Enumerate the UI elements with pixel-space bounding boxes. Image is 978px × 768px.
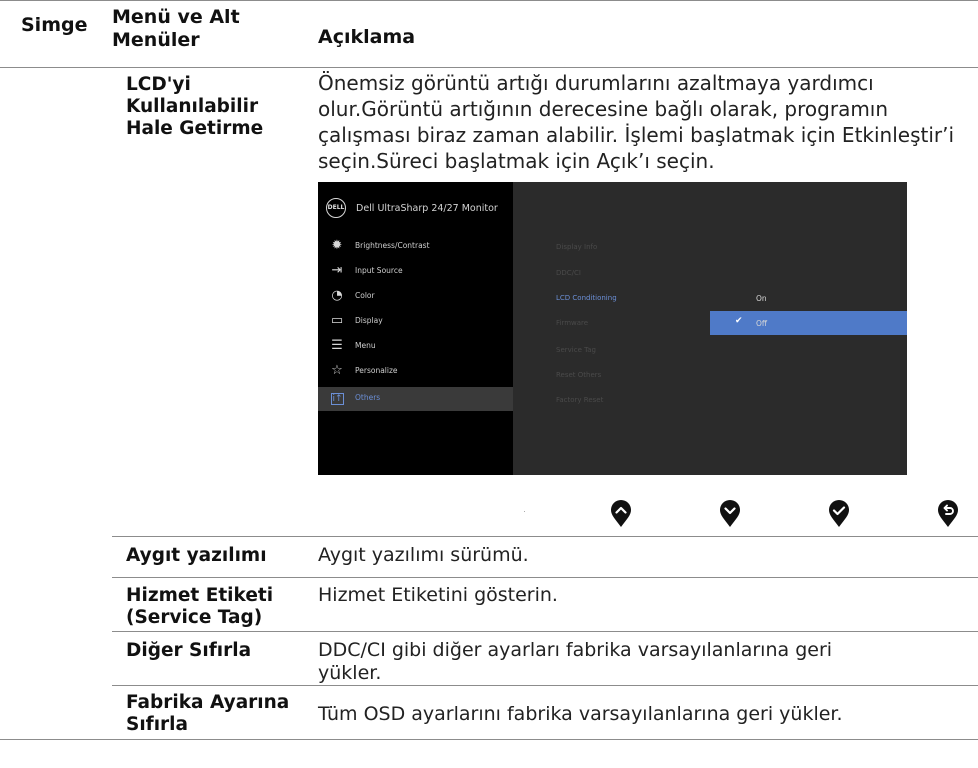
menu-icon: ☰ [331, 338, 343, 353]
others-icon: i↑ [331, 393, 344, 405]
osd-menu-label: Color [355, 291, 375, 300]
osd-menu-screenshot: DELL Dell UltraSharp 24/27 Monitor ✹ Bri… [318, 182, 907, 475]
bottom-rule [0, 739, 978, 740]
osd-menu-others: i↑ Others [318, 387, 513, 411]
row-rule [112, 536, 978, 537]
top-rule [0, 0, 978, 1]
row-service-tag-name: Hizmet Etiketi (Service Tag) [126, 585, 274, 628]
row-firmware-name: Aygıt yazılımı [126, 545, 267, 566]
checkmark-icon: ✔ [735, 316, 743, 326]
osd-menu-label: Personalize [355, 366, 398, 375]
osd-sub-display-info: Display Info [556, 243, 598, 251]
back-icon [938, 500, 958, 527]
row-rule [112, 577, 978, 578]
row-lcd-conditioning-name: LCD'yi Kullanılabilir Hale Getirme [126, 74, 264, 139]
header-simge: Simge [21, 14, 88, 36]
osd-menu-personalize: ☆ Personalize [318, 360, 513, 384]
row-factory-reset-desc: Tüm OSD ayarlarını fabrika varsayılanlar… [318, 703, 843, 725]
display-icon: ▭ [330, 313, 344, 328]
osd-menu-brightness: ✹ Brightness/Contrast [318, 235, 513, 259]
star-icon: ☆ [331, 363, 343, 378]
up-arrow-icon [611, 500, 631, 527]
osd-menu-display: ▭ Display [318, 310, 513, 334]
row-firmware-desc: Aygıt yazılımı sürümü. [318, 544, 529, 566]
check-icon [829, 500, 849, 527]
osd-menu-label: Menu [355, 341, 376, 350]
dell-logo: DELL [326, 198, 346, 218]
header-menu: Menü ve Alt Menüler [112, 6, 240, 51]
row-factory-reset-name: Fabrika Ayarına Sıfırla [126, 692, 290, 735]
osd-sub-firmware: Firmware [556, 319, 589, 327]
osd-menu-menu: ☰ Menu [318, 335, 513, 359]
row-service-tag-desc: Hizmet Etiketini gösterin. [318, 584, 558, 606]
osd-menu-input-source: ⇥ Input Source [318, 260, 513, 284]
osd-title: Dell UltraSharp 24/27 Monitor [356, 203, 498, 214]
row-lcd-conditioning-desc: Önemsiz görüntü artığı durumlarını azalt… [318, 71, 955, 173]
dot [524, 511, 525, 512]
osd-menu-label: Display [355, 316, 383, 325]
osd-menu-label: Others [355, 393, 381, 402]
header-aciklama: Açıklama [318, 26, 416, 48]
osd-menu-color: ◔ Color [318, 285, 513, 309]
color-icon: ◔ [331, 288, 343, 303]
brightness-icon: ✹ [331, 238, 343, 253]
osd-sub-lcd-conditioning: LCD Conditioning [556, 294, 617, 302]
osd-main-menu: DELL Dell UltraSharp 24/27 Monitor ✹ Bri… [318, 182, 513, 475]
osd-sub-reset-others: Reset Others [556, 371, 602, 379]
row-rule [112, 631, 978, 632]
row-reset-others-desc: DDC/CI gibi diğer ayarları fabrika varsa… [318, 639, 833, 684]
osd-option-on: On [710, 286, 907, 310]
osd-sub-service-tag: Service Tag [556, 346, 596, 354]
input-source-icon: ⇥ [331, 263, 343, 278]
row-rule [112, 685, 978, 686]
osd-menu-label: Input Source [355, 266, 403, 275]
osd-sub-factory-reset: Factory Reset [556, 396, 604, 404]
header-rule [0, 67, 978, 68]
osd-menu-label: Brightness/Contrast [355, 241, 430, 250]
osd-option-off: ✔ Off [710, 311, 907, 335]
osd-option-label: On [756, 294, 767, 303]
row-reset-others-name: Diğer Sıfırla [126, 640, 252, 661]
osd-option-label: Off [756, 319, 768, 328]
down-arrow-icon [720, 500, 740, 527]
osd-sub-ddcci: DDC/CI [556, 269, 581, 277]
